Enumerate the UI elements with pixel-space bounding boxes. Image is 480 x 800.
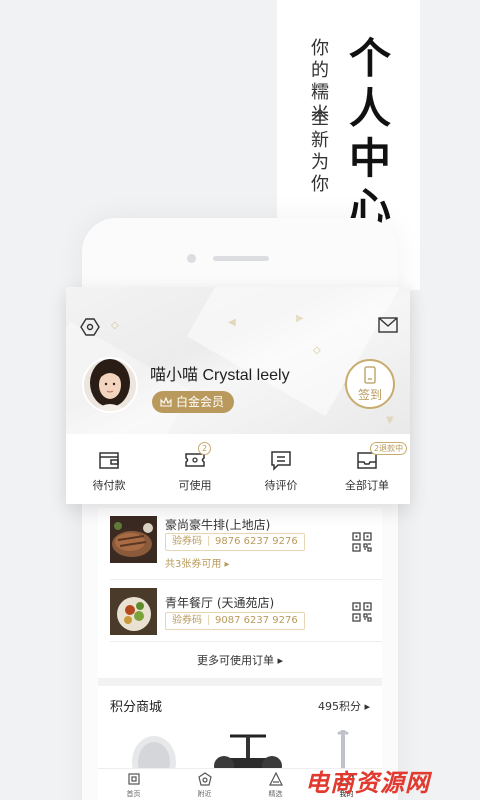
mail-icon[interactable] xyxy=(378,317,398,333)
nearby-icon xyxy=(197,772,212,786)
crown-icon xyxy=(160,397,172,407)
hero-title: 个 人 中 心 xyxy=(349,38,391,238)
coupon-available-link[interactable]: 共3张券可用 ▸ xyxy=(165,555,230,570)
signin-label: 签到 xyxy=(357,387,382,402)
username: 喵小喵 Crystal leely xyxy=(150,367,290,384)
tab-label: 首页 xyxy=(126,790,141,798)
tab-featured[interactable]: 精选 xyxy=(240,769,311,800)
tagline-line-2: 全 新 为 你 xyxy=(311,110,329,198)
order-label: 全部订单 xyxy=(345,479,389,492)
tagline-char: 的 xyxy=(311,60,329,81)
product-strip xyxy=(98,722,382,768)
profile-header: ◇ ◀ ◇ ▶ ▲ ▼ 喵小喵 Crystal leely xyxy=(66,287,410,434)
phone-speaker xyxy=(213,256,269,261)
decor-diamond: ◇ xyxy=(313,345,321,356)
title-char: 个 xyxy=(349,34,392,83)
order-all[interactable]: 2退款中 全部订单 xyxy=(324,434,410,504)
order-status-row: 待付款 2 可使用 待评价 2退款中 全部订单 xyxy=(66,434,410,504)
wallet-icon xyxy=(99,452,119,469)
ticket-icon-wrap: 2 xyxy=(184,442,211,471)
watermark: 电商资源网 xyxy=(305,769,430,797)
tab-label: 附近 xyxy=(197,790,212,798)
product-lamp-image[interactable] xyxy=(328,728,358,768)
product-scooter-image[interactable] xyxy=(208,730,288,768)
member-badge[interactable]: 白金会员 xyxy=(152,391,235,413)
profile-card: ◇ ◀ ◇ ▶ ▲ ▼ 喵小喵 Crystal leely xyxy=(66,287,410,504)
points-mall-title: 积分商城 xyxy=(110,700,163,715)
tagline-char: 你 xyxy=(311,174,329,195)
coupon-title: 青年餐厅 (天通苑店) xyxy=(165,596,275,610)
decor-triangle: ▼ xyxy=(386,415,394,426)
member-level: 白金会员 xyxy=(176,395,225,409)
coupon-list: 豪尚豪牛排(上地店) 验券码 9876 6237 9276 共3张券可用 ▸ 青… xyxy=(98,508,382,648)
coupon-code: 验券码 9087 6237 9276 xyxy=(165,612,305,630)
usable-count-badge: 2 xyxy=(198,442,211,455)
decor-triangle: ◀ xyxy=(228,317,236,328)
qr-code-icon[interactable] xyxy=(352,602,372,622)
product-speaker-image[interactable] xyxy=(124,732,184,768)
order-pending-payment[interactable]: 待付款 xyxy=(66,434,152,504)
tagline-char: 糯 xyxy=(311,82,329,103)
phone-camera xyxy=(187,254,196,263)
review-icon xyxy=(271,451,291,471)
coupon-item[interactable]: 豪尚豪牛排(上地店) 验券码 9876 6237 9276 共3张券可用 ▸ xyxy=(98,508,382,578)
tagline-char: 新 xyxy=(311,130,329,151)
coupon-image-steak xyxy=(110,516,157,563)
tab-label: 精选 xyxy=(268,790,283,798)
coupon-image-salad xyxy=(110,588,157,635)
featured-icon xyxy=(268,772,283,786)
tab-nearby[interactable]: 附近 xyxy=(169,769,240,800)
settings-icon[interactable] xyxy=(80,317,100,337)
code-label: 验券码 xyxy=(172,615,202,626)
qr-code-icon[interactable] xyxy=(352,532,372,552)
title-char: 人 xyxy=(349,84,392,133)
refund-badge: 2退款中 xyxy=(370,442,408,455)
orders-icon-wrap: 2退款中 xyxy=(356,442,408,471)
home-icon xyxy=(127,773,140,785)
decor-triangle: ▶ xyxy=(296,313,304,324)
phone-checkin-icon xyxy=(364,365,376,384)
order-to-review[interactable]: 待评价 xyxy=(238,434,324,504)
signin-button[interactable]: 签到 xyxy=(345,359,395,409)
tagline-char: 你 xyxy=(311,38,329,59)
code-label: 验券码 xyxy=(172,536,202,547)
points-balance[interactable]: 495积分 ▸ xyxy=(318,698,370,714)
coupon-item[interactable]: 青年餐厅 (天通苑店) 验券码 9087 6237 9276 xyxy=(98,580,382,648)
more-orders-link[interactable]: 更多可使用订单 ▸ xyxy=(98,652,382,672)
title-char: 中 xyxy=(349,134,392,183)
coupon-title: 豪尚豪牛排(上地店) xyxy=(165,518,271,532)
order-label: 待付款 xyxy=(92,479,126,492)
order-label: 可使用 xyxy=(178,479,212,492)
points-mall-header[interactable]: 积分商城 495积分 ▸ xyxy=(98,686,382,722)
decor-diamond: ◇ xyxy=(111,320,119,331)
coupon-code: 验券码 9876 6237 9276 xyxy=(165,533,305,551)
tab-home[interactable]: 首页 xyxy=(98,769,169,800)
code-value: 9087 6237 9276 xyxy=(215,615,298,626)
tagline-char: 全 xyxy=(311,108,329,129)
section-gap xyxy=(98,678,382,686)
code-value: 9876 6237 9276 xyxy=(215,536,298,547)
order-label: 待评价 xyxy=(264,479,298,492)
divider xyxy=(110,641,382,642)
avatar[interactable] xyxy=(82,357,138,413)
order-usable[interactable]: 2 可使用 xyxy=(152,434,238,504)
tagline-char: 为 xyxy=(311,152,329,173)
